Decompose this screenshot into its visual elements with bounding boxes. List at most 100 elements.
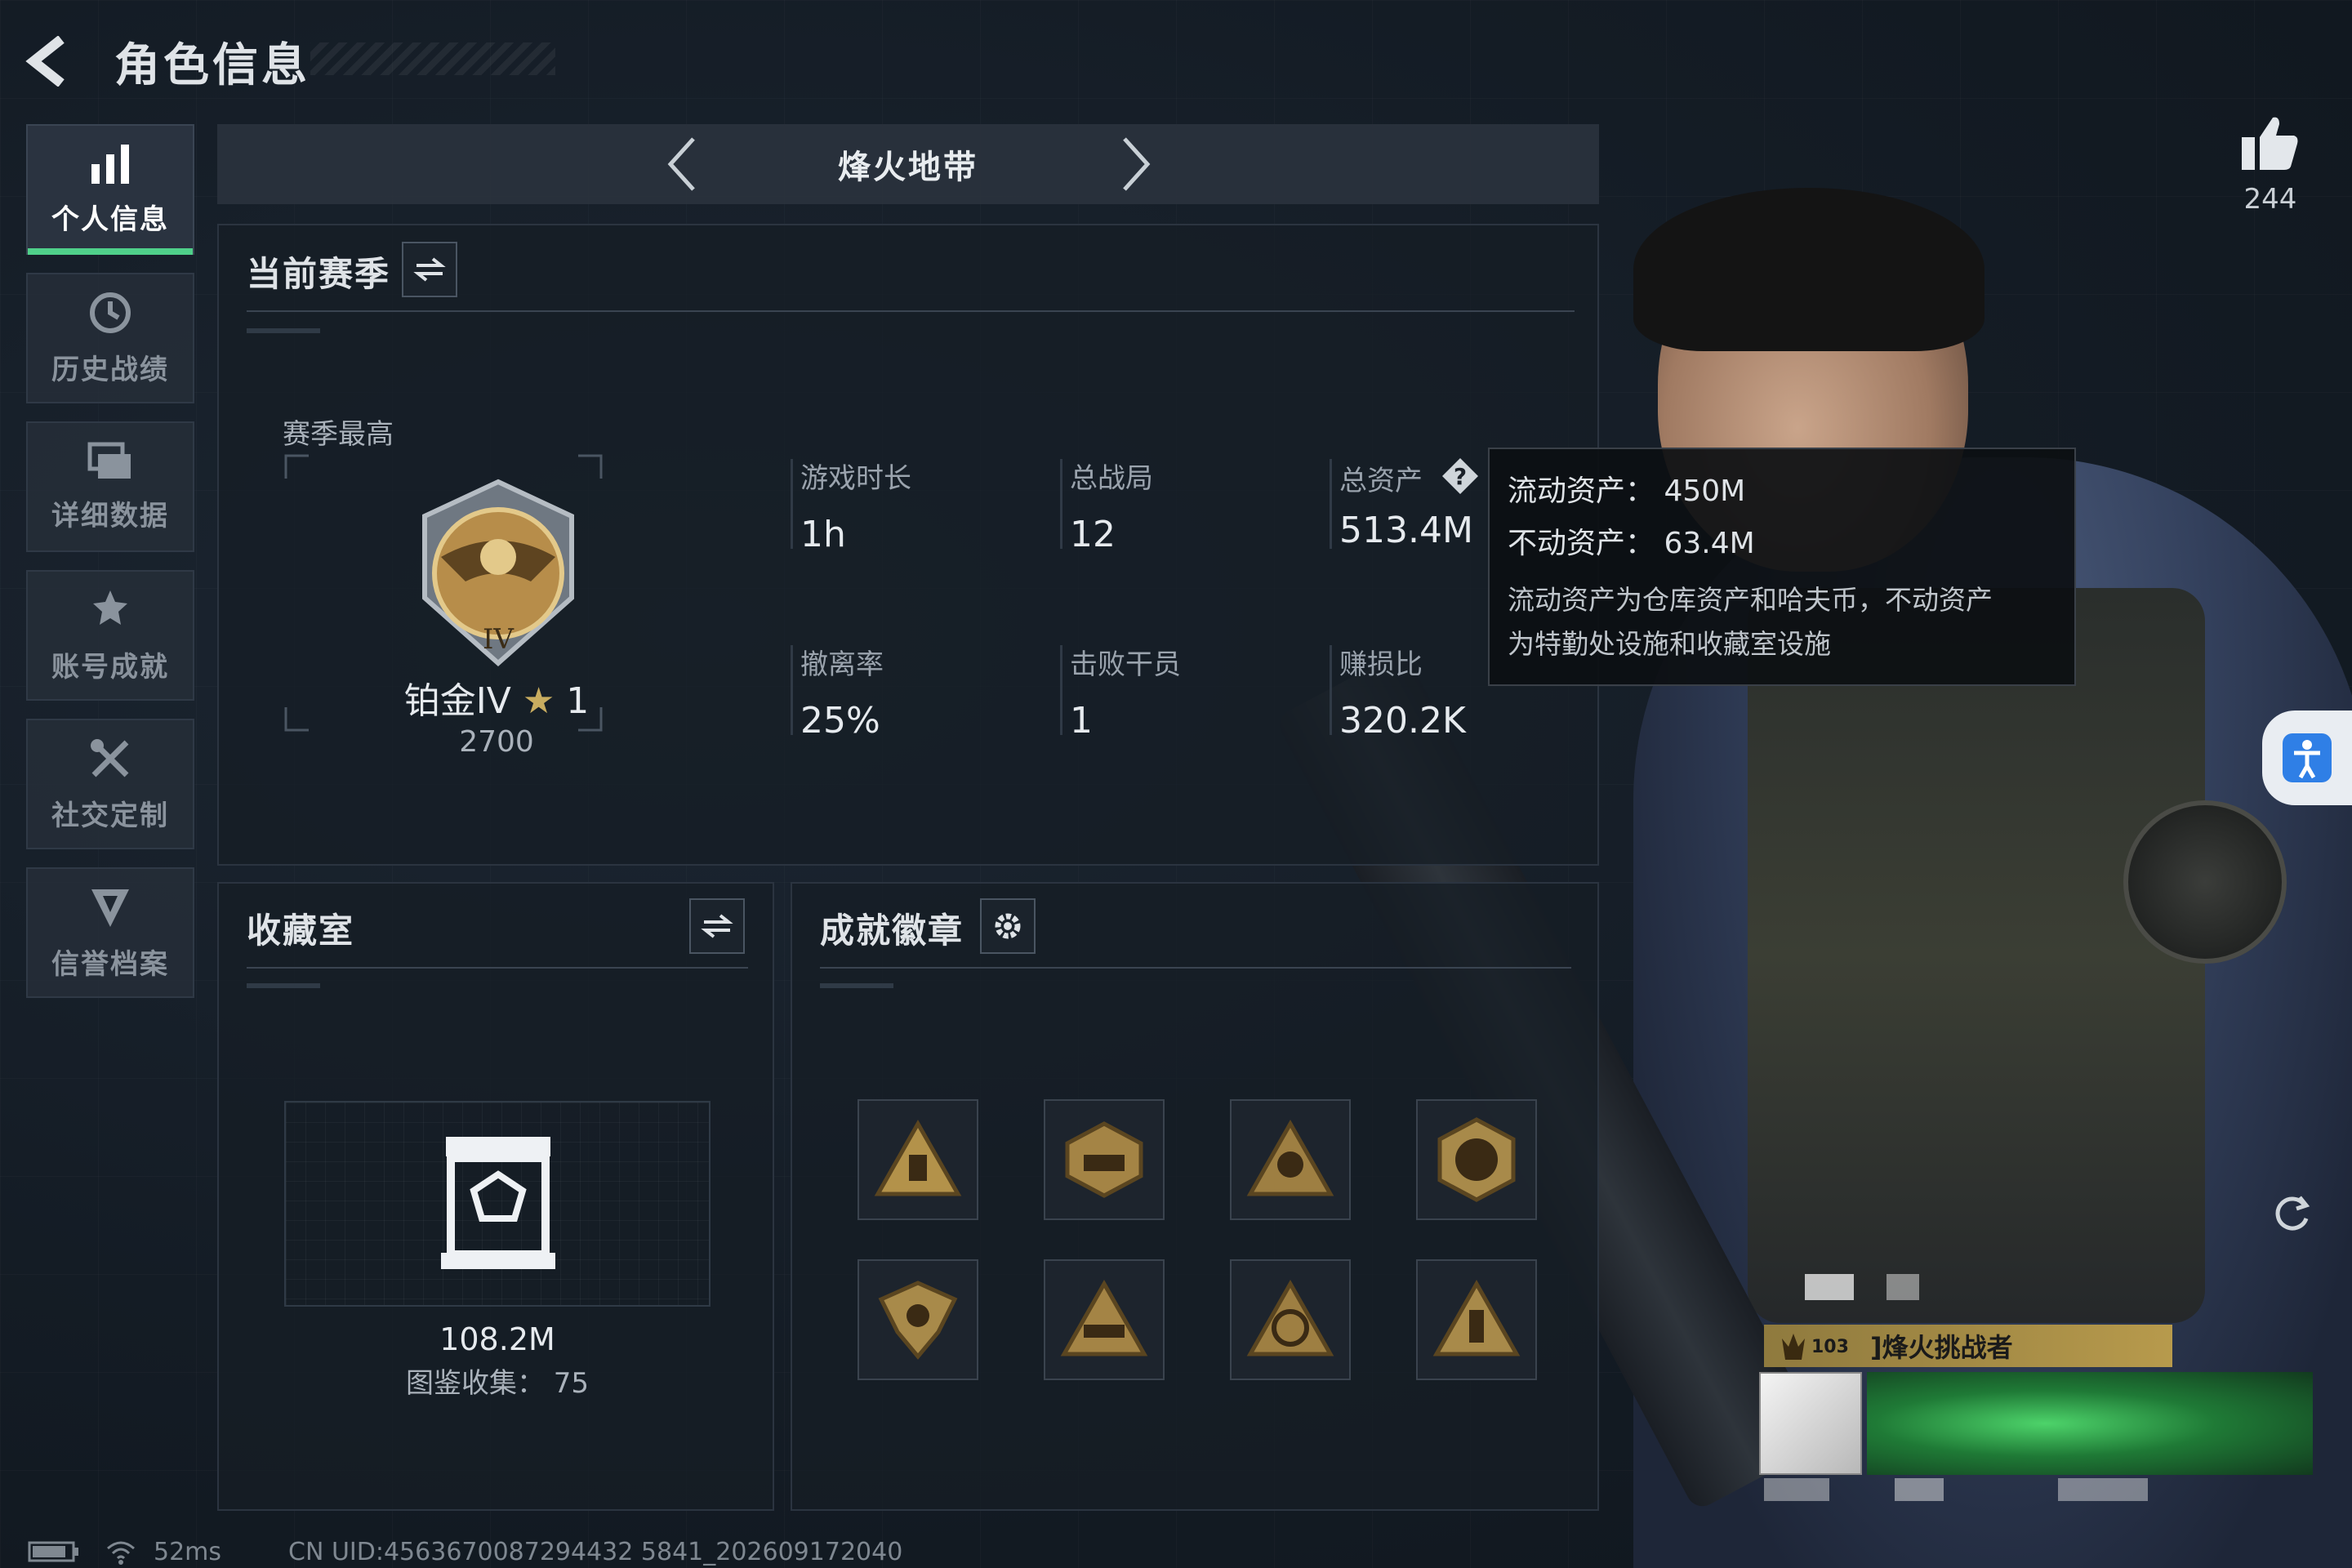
badges-settings-button[interactable] <box>980 898 1036 954</box>
stat-label: 撤离率 <box>800 648 884 681</box>
stat-extract-rate: 撤离率 25% <box>791 642 884 742</box>
like-count: 244 <box>2243 183 2297 216</box>
rotate-icon <box>2275 1196 2310 1231</box>
tooltip-desc-line: 流动资产为仓库资产和哈夫币，不动资产 <box>1508 584 1993 616</box>
tools-icon <box>91 738 129 777</box>
svg-text:IV: IV <box>483 623 514 656</box>
player-level: 103 <box>1811 1336 1849 1357</box>
season-panel-title: 当前赛季 <box>247 254 391 294</box>
nav-item-detail-data[interactable]: 详细数据 <box>26 421 194 552</box>
tooltip-liquid-assets: 流动资产： 450M <box>1508 474 1746 508</box>
player-uid: CN UID:4563670087294432 5841_20260917204… <box>288 1537 903 1566</box>
divider <box>247 967 748 969</box>
next-mode-arrow-icon[interactable] <box>1107 136 1165 193</box>
player-card[interactable]: ]烽火挑战者 103 <box>1756 1274 2319 1511</box>
vehicle-badge-icon <box>1060 1279 1148 1356</box>
player-avatar <box>1759 1372 1862 1475</box>
achievement-badge[interactable] <box>1230 1099 1351 1220</box>
eri-badge-icon <box>1246 1279 1334 1356</box>
achievement-badge[interactable] <box>858 1259 978 1380</box>
divider <box>820 967 1571 969</box>
help-question-icon[interactable]: ? <box>1440 456 1481 497</box>
stat-value: 12 <box>1070 514 1116 555</box>
achievement-badge[interactable] <box>1230 1259 1351 1380</box>
star-icon: ★ <box>522 680 555 722</box>
rank-stars: 1 <box>566 680 590 722</box>
stat-value: 513.4M <box>1339 510 1473 551</box>
side-nav: 个人信息 历史战绩 详细数据 账号成就 社交定制 信誉档案 <box>26 124 194 1016</box>
season-switch-button[interactable] <box>402 242 457 297</box>
data-cards-icon <box>87 442 131 479</box>
stat-profit-ratio: 赚损比 320.2K <box>1330 642 1466 742</box>
badges-title: 成就徽章 <box>820 911 964 951</box>
stat-total-assets: 总资产 ? 513.4M <box>1330 456 1481 551</box>
pixelated-info <box>1895 1478 1944 1501</box>
divider <box>247 310 1575 312</box>
delta-force-2026-badge-icon <box>1437 1117 1516 1202</box>
rank-name-row: 铂金IV ★ 1 <box>382 671 611 724</box>
nav-item-social-custom[interactable]: 社交定制 <box>26 719 194 849</box>
achievement-badge[interactable] <box>1044 1099 1165 1220</box>
collection-catalog: 图鉴收集： 75 <box>405 1367 590 1400</box>
history-clock-icon <box>90 292 131 333</box>
title-decoration <box>310 42 555 75</box>
gear-icon <box>995 913 1021 939</box>
stat-play-time: 游戏时长 1h <box>791 456 911 555</box>
character-hair <box>1633 188 1984 351</box>
collection-panel[interactable]: 收藏室 108.2M 图鉴收集： 75 <box>217 882 774 1511</box>
rank-name: 铂金IV <box>403 680 511 722</box>
mode-title: 烽火地带 <box>838 149 978 186</box>
achievement-badge[interactable] <box>858 1099 978 1220</box>
accessibility-button[interactable] <box>2262 710 2352 805</box>
level-crown-icon <box>1782 1334 1805 1360</box>
stat-label: 游戏时长 <box>800 462 911 495</box>
achievement-icon <box>93 590 127 625</box>
nav-item-credit-file[interactable]: 信誉档案 <box>26 867 194 998</box>
soldier-badge-icon <box>1246 1119 1334 1196</box>
battery-icon <box>28 1541 78 1562</box>
like-button[interactable]: 244 <box>2238 114 2303 216</box>
nav-item-history[interactable]: 历史战绩 <box>26 273 194 403</box>
achievement-badge[interactable] <box>1044 1259 1165 1380</box>
status-bar: 52ms CN UID:4563670087294432 5841_202609… <box>28 1537 902 1566</box>
tank-badge-icon <box>1065 1121 1143 1198</box>
nav-item-achievements[interactable]: 账号成就 <box>26 570 194 701</box>
player-name: ]烽火挑战者 <box>1870 1332 2013 1363</box>
bar-chart-icon <box>91 144 129 184</box>
prev-mode-arrow-icon[interactable] <box>653 136 710 193</box>
collection-switch-button[interactable] <box>689 898 745 954</box>
nav-label: 信誉档案 <box>51 947 169 981</box>
stat-value: 25% <box>800 700 880 742</box>
asset-tooltip: 流动资产： 450M 不动资产： 63.4M 流动资产为仓库资产和哈夫币，不动资… <box>1488 448 2076 686</box>
stat-label: 赚损比 <box>1339 648 1423 681</box>
collection-title: 收藏室 <box>247 911 355 951</box>
switch-arrows-icon <box>413 257 446 282</box>
triangle-badge-icon <box>874 1119 962 1196</box>
tooltip-fixed-assets: 不动资产： 63.4M <box>1508 527 1755 560</box>
achievement-badge[interactable] <box>1416 1259 1537 1380</box>
stat-label: 总战局 <box>1070 462 1153 495</box>
platinum-rank-badge-icon: IV <box>422 479 574 667</box>
nav-label: 个人信息 <box>51 203 169 236</box>
tower-badge-icon <box>1432 1279 1521 1356</box>
stat-label: 总资产 ? <box>1339 456 1481 498</box>
nav-label: 历史战绩 <box>51 353 169 386</box>
stat-value: 1 <box>1070 700 1093 742</box>
display-case-icon <box>441 1137 555 1269</box>
ping-value: 52ms <box>154 1537 222 1566</box>
collection-value: 108.2M <box>439 1321 555 1357</box>
stat-kills: 击败干员 1 <box>1060 642 1181 742</box>
rotate-model-button[interactable] <box>2262 1184 2321 1243</box>
divider-accent <box>247 983 320 988</box>
shoulder-patch-icon <box>2123 800 2287 964</box>
achievement-badge[interactable] <box>1416 1099 1537 1220</box>
wifi-icon <box>107 1541 135 1565</box>
back-arrow-icon[interactable] <box>24 36 74 87</box>
tooltip-desc-line: 为特勤处设施和收藏室设施 <box>1508 628 1831 660</box>
pixelated-info <box>1764 1478 1829 1501</box>
pixelated-info <box>2058 1478 2148 1501</box>
nav-item-personal-info[interactable]: 个人信息 <box>26 124 194 255</box>
nav-label: 社交定制 <box>51 799 169 832</box>
eagle-badge-icon <box>878 1281 958 1360</box>
divider-accent <box>247 328 320 333</box>
